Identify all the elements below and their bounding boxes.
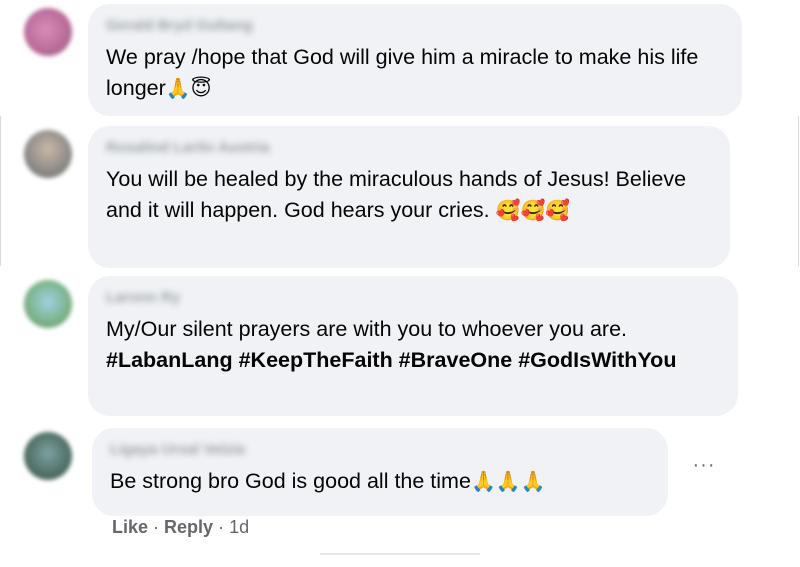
avatar[interactable]	[24, 8, 72, 56]
separator: ·	[153, 517, 160, 537]
emoji-reaction: 🥰🥰🥰	[495, 198, 571, 222]
like-button[interactable]: Like	[112, 517, 148, 537]
reply-divider	[320, 553, 480, 555]
reply-button[interactable]: Reply	[164, 517, 213, 537]
comment-author[interactable]: Ligaya Ursal Velzia	[110, 440, 650, 460]
thread-divider-left	[0, 116, 1, 266]
timestamp[interactable]: 1d	[229, 517, 249, 537]
more-options-button[interactable]: ···	[690, 455, 718, 480]
comment-bubble: Gerald Bryd Gultang We pray /hope that G…	[88, 4, 742, 116]
comment-text: My/Our silent prayers are with you to wh…	[106, 317, 677, 372]
emoji-reaction: 🙏😇	[165, 76, 212, 100]
comment-bubble: Ligaya Ursal Velzia Be strong bro God is…	[92, 428, 668, 516]
avatar[interactable]	[24, 130, 72, 178]
comment-text: You will be healed by the miraculous han…	[106, 167, 687, 222]
comment-author[interactable]: Rosalind Larilo Austria	[106, 138, 712, 158]
comment-hashtags[interactable]: #LabanLang #KeepTheFaith #BraveOne #GodI…	[106, 348, 676, 372]
comment-bubble: Laronn Ry My/Our silent prayers are with…	[88, 276, 738, 416]
avatar[interactable]	[24, 432, 72, 480]
comment-bubble: Rosalind Larilo Austria You will be heal…	[88, 126, 730, 268]
separator: ·	[218, 517, 225, 537]
avatar[interactable]	[24, 280, 72, 328]
emoji-reaction: 🙏🙏🙏	[470, 469, 546, 493]
thread-divider-right	[798, 116, 799, 266]
comment-actions: Like · Reply · 1d	[112, 517, 249, 538]
comment-author[interactable]: Laronn Ry	[106, 288, 720, 308]
comment-text: Be strong bro God is good all the time🙏🙏…	[110, 469, 546, 493]
comment-text: We pray /hope that God will give him a m…	[106, 45, 699, 100]
comment-author[interactable]: Gerald Bryd Gultang	[106, 16, 724, 36]
